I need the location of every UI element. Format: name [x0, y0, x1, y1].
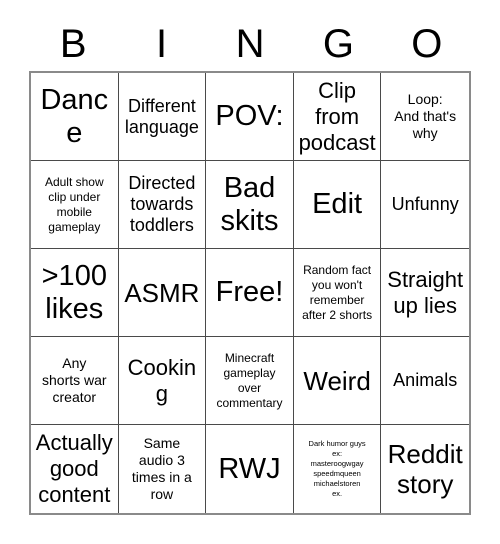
bingo-cell-r1c4[interactable]: Clip from podcast: [293, 73, 382, 161]
bingo-cell-r2c3[interactable]: Bad skits: [206, 161, 294, 249]
bingo-cell-r5c1[interactable]: Actually good content: [31, 425, 119, 513]
bingo-cell-label: Random fact you won't remember after 2 s…: [302, 262, 373, 322]
bingo-cell-r5c5[interactable]: Reddit story: [381, 425, 469, 513]
bingo-cell-r2c2[interactable]: Directed towards toddlers: [118, 161, 207, 249]
bingo-cell-label: Same audio 3 times in a row: [131, 435, 192, 502]
bingo-cell-label: Dance: [40, 83, 109, 149]
bingo-cell-label: Reddit story: [387, 439, 463, 499]
bingo-cell-label: ASMR: [124, 277, 200, 308]
bingo-cell-r1c3[interactable]: POV:: [206, 73, 294, 161]
bingo-cell-r4c3[interactable]: Minecraft gameplay over commentary: [206, 337, 294, 425]
bingo-cell-r3c5[interactable]: Straight up lies: [381, 249, 469, 337]
bingo-cell-r3c4[interactable]: Random fact you won't remember after 2 s…: [293, 249, 382, 337]
bingo-cell-label: Different language: [124, 95, 199, 137]
bingo-cell-r4c2[interactable]: Cooking: [118, 337, 207, 425]
bingo-cell-label: Loop: And that's why: [394, 91, 457, 141]
bingo-cell-label: Straight up lies: [387, 266, 464, 318]
bingo-cell-r2c4[interactable]: Edit: [293, 161, 382, 249]
bingo-cell-r3c1[interactable]: >100 likes: [31, 249, 119, 337]
bingo-cell-r1c1[interactable]: Dance: [31, 73, 119, 161]
bingo-card: B I N G O Dance Different language POV: …: [0, 0, 500, 544]
bingo-cell-label: RWJ: [218, 452, 281, 485]
bingo-cell-label: Minecraft gameplay over commentary: [216, 350, 283, 410]
bingo-cell-label: Dark humor guys ex: masteroogwgay speedm…: [308, 439, 366, 498]
header-letter-g: G: [322, 22, 354, 66]
bingo-cell-label: Directed towards toddlers: [128, 173, 196, 235]
bingo-cell-label: Cooking: [127, 354, 197, 406]
bingo-cell-label: Weird: [303, 365, 371, 396]
bingo-cell-r5c3[interactable]: RWJ: [206, 425, 294, 513]
bingo-cell-label: Any shorts war creator: [42, 355, 107, 405]
bingo-cell-r1c2[interactable]: Different language: [118, 73, 207, 161]
header-letter-b: B: [59, 22, 87, 66]
bingo-cell-r3c2[interactable]: ASMR: [118, 249, 207, 337]
bingo-cell-r4c1[interactable]: Any shorts war creator: [31, 337, 119, 425]
bingo-cell-label: Actually good content: [35, 430, 113, 507]
bingo-cell-r5c4[interactable]: Dark humor guys ex: masteroogwgay speedm…: [293, 425, 382, 513]
bingo-cell-r5c2[interactable]: Same audio 3 times in a row: [118, 425, 207, 513]
bingo-cell-label: Unfunny: [391, 194, 459, 214]
bingo-cell-r4c4[interactable]: Weird: [293, 337, 382, 425]
bingo-cell-label: Animals: [393, 370, 458, 390]
bingo-grid: Dance Different language POV: Clip from …: [29, 71, 471, 515]
bingo-cell-label: Bad skits: [220, 171, 279, 237]
bingo-cell-r4c5[interactable]: Animals: [381, 337, 469, 425]
bingo-cell-label: Free!: [215, 276, 284, 308]
header-letter-o: O: [411, 22, 443, 66]
bingo-cell-r1c5[interactable]: Loop: And that's why: [381, 73, 469, 161]
bingo-cell-label: >100 likes: [41, 259, 107, 325]
bingo-cell-free-space[interactable]: Free!: [206, 249, 294, 337]
bingo-header-row: B I N G O: [29, 18, 471, 70]
header-letter-n: N: [235, 22, 265, 66]
bingo-cell-label: POV:: [215, 100, 284, 132]
bingo-cell-label: Adult show clip under mobile gameplay: [44, 174, 104, 234]
bingo-cell-r2c1[interactable]: Adult show clip under mobile gameplay: [31, 161, 119, 249]
bingo-cell-label: Clip from podcast: [298, 77, 376, 155]
header-letter-i: I: [156, 22, 168, 66]
bingo-cell-r2c5[interactable]: Unfunny: [381, 161, 469, 249]
bingo-cell-label: Edit: [312, 188, 363, 220]
